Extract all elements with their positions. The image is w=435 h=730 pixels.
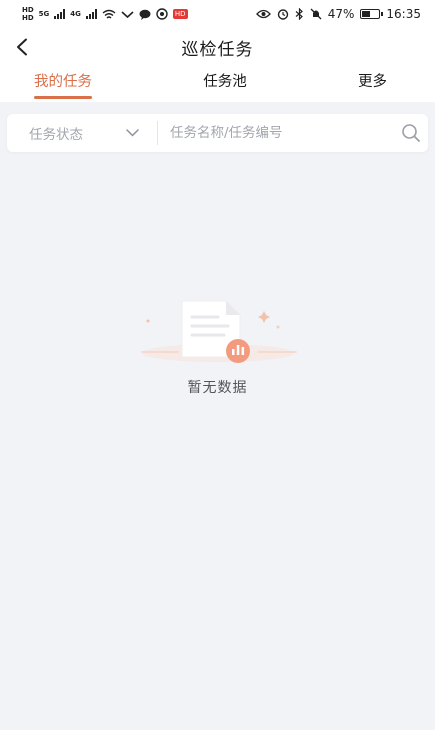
network-type-a: 5G (38, 9, 50, 18)
network-type-b: 4G (70, 9, 81, 18)
tab-bar: 我的任务 任务池 更多 (0, 66, 435, 102)
hd-sim-icon: HD HD (22, 5, 34, 22)
bluetooth-icon (295, 8, 303, 20)
chevron-down-icon (126, 129, 139, 137)
navigation-bar: 巡检任务 (0, 28, 435, 66)
camera-notification-icon (156, 8, 168, 20)
tab-task-pool[interactable]: 任务池 (203, 70, 247, 99)
task-status-label: 任务状态 (29, 127, 83, 143)
status-bar: HD HD 5G 4G HD 47% 16:35 (0, 0, 435, 28)
alarm-icon (277, 9, 288, 20)
task-status-dropdown[interactable]: 任务状态 (7, 114, 157, 152)
signal-icon (54, 9, 66, 19)
signal-icon-2 (85, 9, 97, 19)
search-input[interactable] (158, 125, 394, 141)
empty-document-illustration-icon (140, 300, 297, 363)
empty-state: 暂无数据 (0, 295, 435, 397)
clock-time: 16:35 (386, 7, 421, 21)
search-bar: 任务状态 (7, 114, 428, 152)
wifi-icon (102, 9, 116, 19)
search-icon (402, 124, 420, 142)
tab-my-tasks[interactable]: 我的任务 (34, 70, 92, 99)
back-button[interactable] (12, 36, 32, 58)
app-notification-icon (121, 10, 134, 18)
search-button[interactable] (394, 114, 428, 152)
chat-icon (139, 9, 151, 20)
top-panel: HD HD 5G 4G HD 47% 16:35 巡检任务 我的任务 任务池 更… (0, 0, 435, 102)
eye-icon (255, 9, 271, 19)
mute-bell-icon (310, 8, 322, 20)
tab-more[interactable]: 更多 (358, 70, 387, 99)
red-badge-icon: HD (172, 9, 188, 19)
battery-icon (360, 9, 384, 19)
chevron-left-icon (17, 38, 27, 56)
filter-area: 任务状态 (0, 102, 435, 152)
empty-state-text: 暂无数据 (187, 380, 248, 396)
battery-percent: 47% (327, 7, 355, 21)
page-title: 巡检任务 (181, 39, 254, 60)
